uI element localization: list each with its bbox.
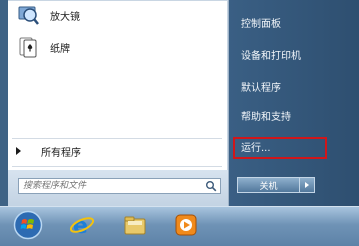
start-button[interactable] [10,210,46,243]
all-programs-label: 所有程序 [41,147,81,159]
program-item-magnifier[interactable]: 放大镜 [16,0,216,30]
windows-start-orb-icon [13,210,43,243]
solitaire-icon [16,35,40,59]
program-item-solitaire[interactable]: 纸牌 [16,32,216,62]
right-arrow-icon [16,147,21,155]
devices-and-printers-link[interactable]: 设备和打印机 [241,50,301,64]
media-player-icon [173,212,199,241]
taskbar-internet-explorer[interactable]: e [64,210,100,243]
taskbar-media-player[interactable] [168,210,204,243]
file-explorer-icon [122,212,148,241]
taskbar-file-explorer[interactable] [117,210,153,243]
internet-explorer-icon: e [69,212,95,241]
start-menu-right-pane: 控制面板 设备和打印机 默认程序 帮助和支持 运行... [229,0,359,206]
search-input[interactable] [19,179,203,193]
search-box[interactable] [18,178,221,194]
left-pane-edge [0,0,8,206]
program-label: 纸牌 [50,43,70,55]
all-programs-button[interactable]: 所有程序 [16,141,221,161]
start-menu: 放大镜 纸牌 所有程序 搜索程序和文件 控制面板 设备和打印机 默认程序 帮助和… [0,0,359,206]
run-highlight-box [233,137,327,159]
shutdown-label: 关机 [259,181,278,192]
default-programs-link[interactable]: 默认程序 [241,82,281,96]
shutdown-button[interactable]: 关机 [238,178,300,192]
help-and-support-link[interactable]: 帮助和支持 [241,111,291,125]
search-area [8,170,228,206]
shutdown-button-group: 关机 [237,177,315,193]
search-icon[interactable] [205,180,217,192]
shutdown-options-button[interactable] [300,178,314,192]
separator [12,166,222,167]
separator [12,138,222,139]
program-label: 放大镜 [50,11,80,23]
magnifier-icon [16,3,40,27]
taskbar: e [0,206,359,246]
right-arrow-icon [305,182,309,188]
control-panel-link[interactable]: 控制面板 [241,18,281,32]
